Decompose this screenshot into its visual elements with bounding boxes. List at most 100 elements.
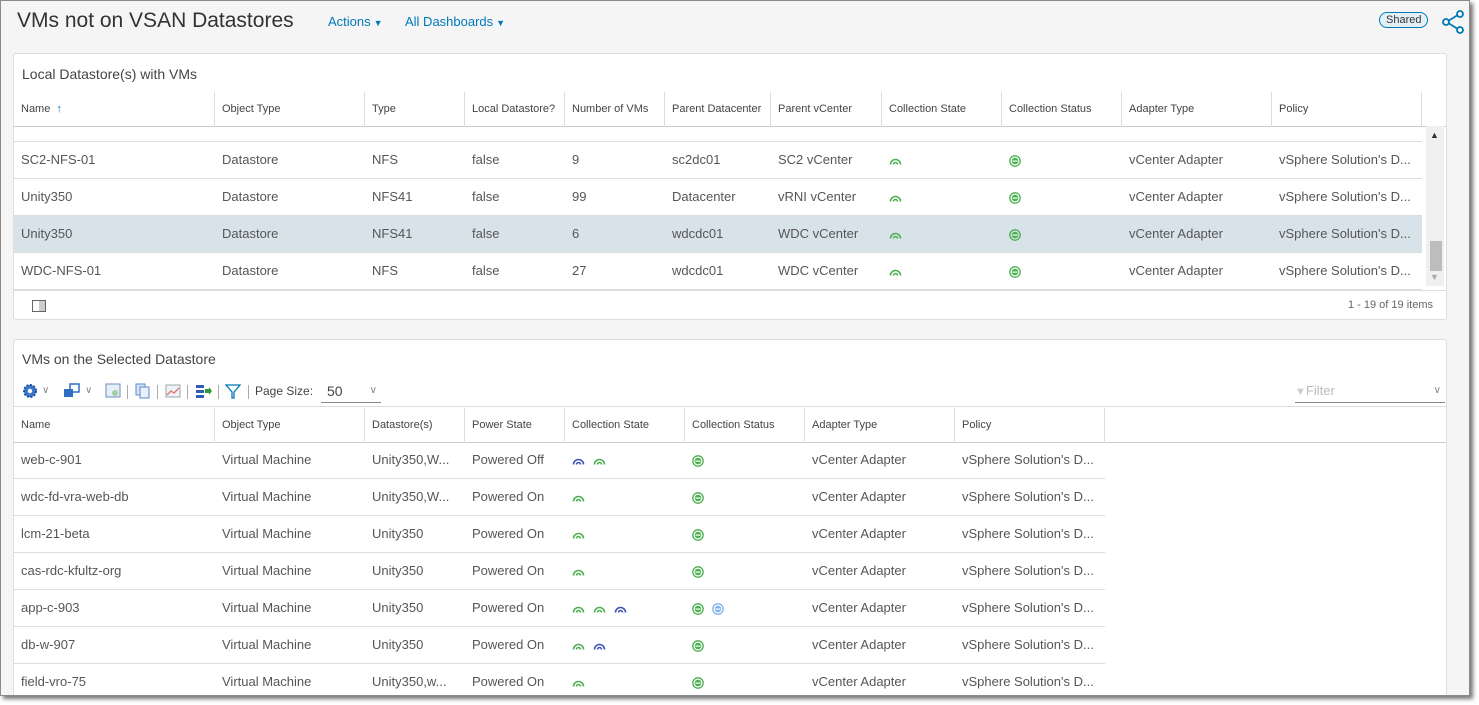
column-header[interactable]: Type — [365, 92, 465, 127]
column-header[interactable]: Collection Status — [1002, 92, 1122, 127]
collection-status — [685, 516, 712, 553]
table-row[interactable]: SC2-NFS-01 Datastore NFS false 9 sc2dc01 SC2 v… — [14, 142, 1422, 179]
column-header[interactable]: Policy — [1272, 92, 1422, 127]
cell-name: WDC-NFS-01 — [21, 263, 102, 278]
table-row[interactable]: db-w-907 Virtual Machine Unity350 Powered O… — [14, 627, 1105, 664]
cell-adapter-type: vCenter Adapter — [812, 637, 906, 652]
table-row-partial[interactable] — [14, 127, 1422, 142]
column-header[interactable]: Number of VMs — [565, 92, 665, 127]
cell-power-state: Powered On — [472, 526, 545, 541]
collection-status — [685, 627, 712, 664]
collection-state — [565, 553, 593, 590]
divider — [248, 385, 249, 399]
collection-state-green-icon — [572, 606, 585, 613]
cell-policy: vSphere Solution's D... — [962, 637, 1094, 652]
shared-badge[interactable]: Shared — [1379, 12, 1429, 28]
cell-policy: vSphere Solution's D... — [962, 526, 1094, 541]
column-header[interactable]: Adapter Type — [805, 408, 955, 443]
cell-parent-vcenter: vRNI vCenter — [778, 189, 857, 204]
chevron-down-icon[interactable]: ∨ — [42, 385, 49, 396]
collection-status — [685, 664, 712, 695]
cell-name: db-w-907 — [21, 637, 76, 652]
cell-adapter-type: vCenter Adapter — [1129, 152, 1223, 167]
all-dashboards-menu[interactable]: All Dashboards ▼ — [405, 14, 505, 29]
share-icon[interactable] — [1441, 10, 1465, 34]
table-row[interactable]: Unity350 Datastore NFS41 false 6 wdcdc01 WDC v… — [14, 216, 1422, 253]
sort-ascending-icon[interactable]: ↑ — [56, 103, 62, 115]
cell-adapter-type: vCenter Adapter — [1129, 189, 1223, 204]
cell-adapter-type: vCenter Adapter — [812, 563, 906, 578]
table-row[interactable]: web-c-901 Virtual Machine Unity350,W... Pow… — [14, 442, 1105, 479]
column-header[interactable]: Power State — [465, 408, 565, 443]
column-header[interactable]: Datastore(s) — [365, 408, 465, 443]
table-row[interactable]: lcm-21-beta Virtual Machine Unity350 Powere… — [14, 516, 1105, 553]
cell-type: NFS41 — [372, 189, 413, 204]
table-row[interactable]: Unity350 Datastore NFS41 false 99 Datacenter v… — [14, 179, 1422, 216]
column-header-label: Collection State — [572, 419, 650, 431]
column-header[interactable]: Collection State — [882, 92, 1002, 127]
cell-object-type: Virtual Machine — [222, 674, 312, 689]
open-external-icon[interactable] — [63, 383, 81, 399]
column-header-label: Policy — [962, 419, 992, 431]
column-header[interactable]: Local Datastore? — [465, 92, 565, 127]
cell-power-state: Powered On — [472, 489, 545, 504]
scrollbar[interactable]: ▲ ▼ — [1426, 126, 1444, 286]
table-footer: 1 - 19 of 19 items — [14, 290, 1446, 319]
cell-adapter-type: vCenter Adapter — [1129, 226, 1223, 241]
column-header-label: Collection State — [889, 103, 967, 115]
table-header: Name ↑ Object Type Type Local Datastore? Numb… — [14, 92, 1446, 127]
cell-type: NFS41 — [372, 226, 413, 241]
cell-name: SC2-NFS-01 — [21, 152, 96, 167]
collection-status — [1002, 253, 1029, 290]
scrollbar-thumb[interactable] — [1430, 241, 1442, 271]
column-header[interactable]: Collection State — [565, 408, 685, 443]
table-row[interactable]: cas-rdc-kfultz-org Virtual Machine Unity35… — [14, 553, 1105, 590]
column-header-label: Local Datastore? — [472, 103, 556, 115]
collection-state — [565, 516, 593, 553]
cell-parent-datacenter: sc2dc01 — [672, 152, 721, 167]
scroll-up-icon[interactable]: ▲ — [1430, 130, 1439, 140]
column-header[interactable]: Parent Datacenter — [665, 92, 771, 127]
column-header[interactable]: Policy — [955, 408, 1105, 443]
table-row[interactable]: field-vro-75 Virtual Machine Unity350,w...… — [14, 664, 1105, 695]
collection-status-lightblue-icon — [712, 602, 724, 615]
cell-adapter-type: vCenter Adapter — [812, 452, 906, 467]
collection-state — [565, 627, 614, 664]
scroll-down-icon[interactable]: ▼ — [1430, 272, 1439, 282]
table-row[interactable]: app-c-903 Virtual Machine Unity350 Powered … — [14, 590, 1105, 627]
actions-menu[interactable]: Actions ▼ — [328, 14, 383, 29]
cell-policy: vSphere Solution's D... — [1279, 263, 1411, 278]
column-header[interactable]: Parent vCenter — [771, 92, 882, 127]
column-header[interactable]: Adapter Type — [1122, 92, 1272, 127]
all-dashboards-label: All Dashboards — [405, 14, 494, 29]
page-size-select[interactable]: 50 ∨ — [321, 381, 381, 403]
filter-icon[interactable] — [225, 383, 241, 399]
table-row[interactable]: wdc-fd-vra-web-db Virtual Machine Unity350… — [14, 479, 1105, 516]
filter-icon: ▼ — [1295, 386, 1306, 398]
cell-power-state: Powered On — [472, 674, 545, 689]
cell-local-datastore-: false — [472, 226, 500, 241]
copy-icon[interactable] — [135, 383, 151, 399]
dashboard-icon[interactable] — [105, 383, 121, 399]
filter-input[interactable]: ▼Filter ∨ — [1295, 381, 1445, 403]
cell-number-of-vms: 99 — [572, 189, 587, 204]
cell-object-type: Virtual Machine — [222, 489, 312, 504]
cell-name: wdc-fd-vra-web-db — [21, 489, 129, 504]
collection-state-green-icon — [572, 569, 585, 576]
cell-object-type: Datastore — [222, 189, 279, 204]
chevron-down-icon[interactable]: ∨ — [85, 385, 92, 396]
column-header-label: Parent vCenter — [778, 103, 852, 115]
table-row[interactable]: WDC-NFS-01 Datastore NFS false 27 wdcdc01 WDC … — [14, 253, 1422, 290]
gear-icon[interactable] — [22, 383, 38, 399]
column-toggle-icon[interactable] — [32, 300, 46, 312]
cell-policy: vSphere Solution's D... — [962, 674, 1094, 689]
column-header[interactable]: Name ↑ — [14, 92, 215, 127]
chart-icon[interactable] — [165, 383, 181, 399]
divider — [157, 385, 158, 399]
column-header[interactable]: Collection Status — [685, 408, 805, 443]
collection-status-green-icon — [692, 676, 704, 689]
export-icon[interactable] — [195, 383, 213, 399]
column-header[interactable]: Object Type — [215, 92, 365, 127]
column-header[interactable]: Name — [14, 408, 215, 443]
column-header[interactable]: Object Type — [215, 408, 365, 443]
